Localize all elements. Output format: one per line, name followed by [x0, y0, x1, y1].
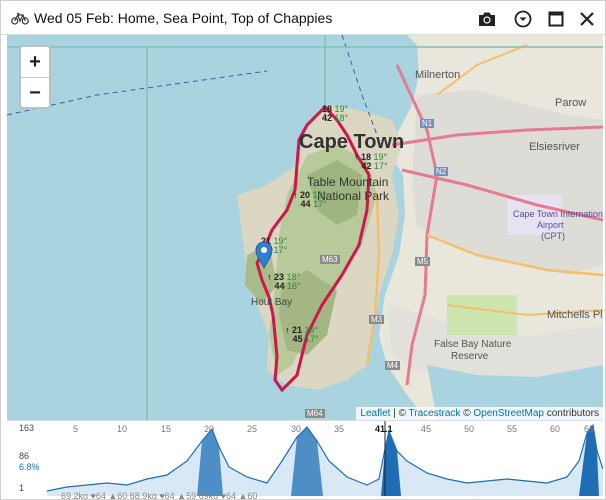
label-milnerton: Milnerton — [415, 69, 461, 81]
label-false-bay-1: False Bay Nature — [434, 339, 512, 350]
distance-tick: 20 — [204, 424, 215, 434]
distance-tick: 5 — [73, 424, 79, 434]
camera-icon — [479, 12, 495, 26]
distance-tick: 15 — [161, 424, 172, 434]
elevation-min-label: 1 — [19, 483, 25, 493]
elevation-profile[interactable]: 163 86 6.8% 1 5 10 15 20 25 30 35 41.1 4… — [7, 420, 603, 496]
map-view[interactable]: + − Milnerton Parow Elsiesriver Cape Tow… — [7, 35, 603, 420]
road-badge-m4: M4 — [385, 361, 401, 370]
road-badge-m64: M64 — [305, 409, 325, 418]
grade-label: 6.8% — [19, 462, 40, 472]
distance-tick: 65 — [584, 424, 595, 434]
tracestrack-link[interactable]: Tracestrack — [409, 408, 461, 419]
title-bar: Wed 05 Feb: Home, Sea Point, Top of Chap… — [1, 1, 605, 35]
screenshot-button[interactable] — [474, 6, 500, 32]
map-attribution: Leaflet | © Tracestrack © OpenStreetMap … — [356, 407, 603, 420]
label-elsiesriver: Elsiesriver — [529, 141, 580, 153]
road-badge-n2: N2 — [434, 167, 449, 176]
openstreetmap-link[interactable]: OpenStreetMap — [473, 408, 544, 419]
window-title: Wed 05 Feb: Home, Sea Point, Top of Chap… — [34, 10, 333, 26]
distance-tick: 60 — [550, 424, 561, 434]
zoom-in-button[interactable]: + — [21, 47, 49, 78]
distance-tick: 55 — [507, 424, 518, 434]
bicycle-icon — [11, 12, 29, 25]
leaflet-link[interactable]: Leaflet — [360, 408, 390, 419]
chevron-down-circle-icon — [514, 10, 532, 28]
elevation-cursor-label: 86 — [19, 451, 30, 461]
zoom-out-button[interactable]: − — [21, 78, 49, 108]
label-airport-1: Cape Town International — [513, 209, 603, 219]
label-cape-town: Cape Town — [299, 131, 405, 153]
route-window: Wed 05 Feb: Home, Sea Point, Top of Chap… — [0, 0, 606, 500]
options-button[interactable] — [510, 6, 536, 32]
label-hout-bay: Hout Bay — [251, 297, 293, 308]
distance-tick: 30 — [291, 424, 302, 434]
road-badge-m3: M3 — [369, 315, 385, 324]
zoom-control: + − — [19, 45, 51, 109]
cursor-distance: 41.1 — [375, 424, 393, 434]
close-icon — [580, 12, 594, 26]
weather-marker[interactable]: ↑ 20 19° 44 17° — [293, 191, 327, 209]
label-mitchells-plain: Mitchells Pla — [547, 309, 603, 321]
weather-marker[interactable]: ↑ 21 19° 45 17° — [285, 326, 319, 344]
road-badge-n1: N1 — [420, 119, 435, 128]
location-pin-icon[interactable] — [255, 241, 273, 269]
maximize-button[interactable] — [543, 6, 569, 32]
road-badge-m63: M63 — [320, 255, 340, 264]
label-table-mountain-2: National Park — [317, 189, 390, 203]
label-parow: Parow — [555, 97, 587, 109]
weather-marker[interactable]: ↑ 23 18° 44 16° — [267, 273, 301, 291]
elevation-max-label: 163 — [19, 423, 35, 433]
distance-tick: 50 — [464, 424, 475, 434]
weather-marker[interactable]: ↑ 18 19° 42 17° — [354, 153, 388, 171]
distance-tick: 25 — [247, 424, 258, 434]
label-airport-2: Airport — [537, 220, 564, 230]
background-stats-strip: 69.2kg ♥64 ▲60 68.9kg ♥64 ▲59 69kg ♥64 ▲… — [61, 491, 258, 500]
maximize-icon — [548, 11, 564, 27]
weather-marker[interactable]: 18 19° 42 18° — [322, 105, 348, 123]
distance-tick: 45 — [421, 424, 432, 434]
label-table-mountain-1: Table Mountain — [307, 175, 389, 189]
distance-tick: 35 — [334, 424, 345, 434]
distance-tick: 10 — [117, 424, 128, 434]
road-badge-m5: M5 — [415, 257, 431, 266]
map-tiles — [7, 35, 603, 420]
label-false-bay-2: Reserve — [451, 351, 489, 362]
label-airport-3: (CPT) — [541, 231, 565, 241]
close-button[interactable] — [574, 6, 600, 32]
